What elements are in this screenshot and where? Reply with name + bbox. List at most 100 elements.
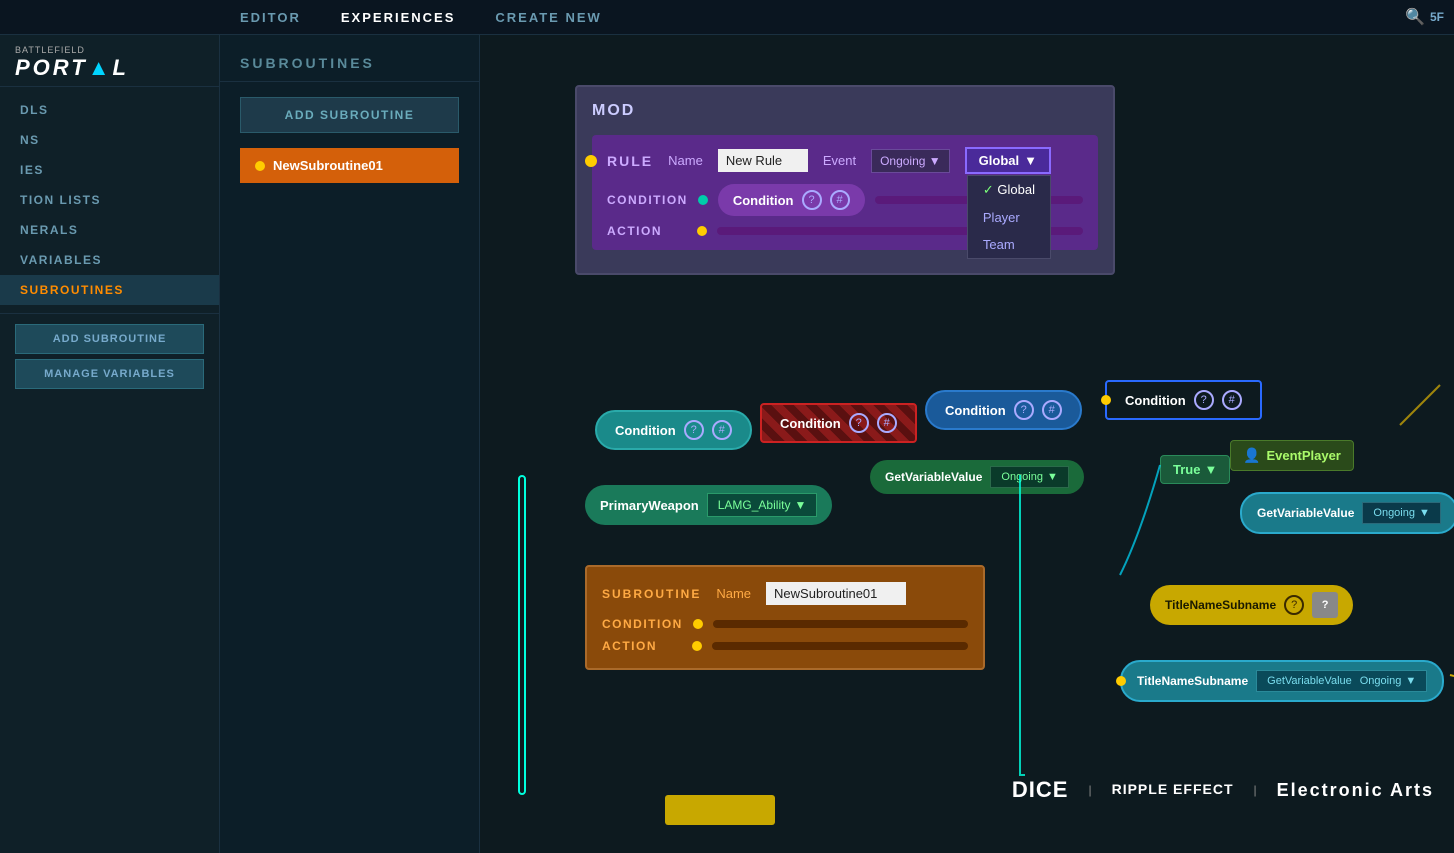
nav-dls[interactable]: DLS	[0, 95, 219, 125]
nav-create-new[interactable]: CREATE NEW	[495, 10, 601, 25]
ongoing-right-dropdown[interactable]: Ongoing ▼	[1362, 502, 1440, 524]
global-dropdown-container: Global ▼ Global Player Team	[965, 147, 1051, 174]
subroutine-cond-bar	[713, 620, 968, 628]
condition-connector	[698, 195, 708, 205]
canvas: MOD RULE Name Event Ongoing ▼ Global ▼ G…	[480, 35, 1454, 818]
nav-tion-lists[interactable]: TION LISTS	[0, 185, 219, 215]
float-cond-text-1: Condition	[615, 423, 676, 438]
top-navigation: EDITOR EXPERIENCES CREATE NEW 🔍 5F	[0, 0, 1454, 35]
event-dropdown[interactable]: Ongoing ▼	[871, 149, 950, 173]
float-condition-outline[interactable]: Condition ? #	[1105, 380, 1262, 420]
global-dropdown-btn[interactable]: Global ▼	[965, 147, 1051, 174]
search-shortcut: 5F	[1430, 10, 1444, 24]
nav-subroutines[interactable]: SUBROUTINES	[0, 275, 219, 305]
subroutine-header: SUBROUTINE Name	[602, 582, 968, 605]
subroutine-action-dot	[692, 641, 702, 651]
nav-ns[interactable]: NS	[0, 125, 219, 155]
float-cond-text-3: Condition	[945, 403, 1006, 418]
float-cond-help-2[interactable]: ?	[849, 413, 869, 433]
bottom-block-connector	[1116, 676, 1126, 686]
float-cond-text-4: Condition	[1125, 393, 1186, 408]
logo-bf: BATTLEFIELD	[15, 45, 204, 55]
primary-weapon-block[interactable]: PrimaryWeapon LAMG_Ability ▼	[585, 485, 832, 525]
add-subroutine-btn[interactable]: ADD SUBROUTINE	[240, 97, 459, 133]
panel-header: SUBROUTINES	[220, 35, 479, 82]
mod-title: MOD	[592, 102, 1098, 120]
ongoing-dropdown[interactable]: Ongoing ▼	[990, 466, 1068, 488]
get-var-bottom-block[interactable]: TitleNameSubname GetVariableValue Ongoin…	[1120, 660, 1444, 702]
yellow-bottom-block	[665, 795, 775, 825]
ea-logo: Electronic Arts	[1277, 780, 1434, 801]
subroutine-node-label: SUBROUTINE	[602, 587, 701, 601]
title-name-text-2: TitleNameSubname	[1137, 674, 1248, 688]
logo-portal: PORT▲L	[15, 55, 204, 81]
search-icon[interactable]: 🔍	[1405, 7, 1425, 27]
dropdown-item-global[interactable]: Global	[968, 176, 1050, 204]
person-icon: 👤	[1243, 447, 1260, 464]
nav-ies[interactable]: IES	[0, 155, 219, 185]
subroutine-action-label: ACTION	[602, 639, 682, 653]
ripple-logo-area: RIPPLE EFFECT	[1112, 781, 1234, 799]
float-cond-text-2: Condition	[780, 416, 841, 431]
subroutine-list-item[interactable]: NewSubroutine01	[240, 148, 459, 183]
get-var-block[interactable]: GetVariableValue Ongoing ▼	[870, 460, 1084, 494]
condition-chip-text: Condition	[733, 193, 794, 208]
subroutine-name-input[interactable]	[766, 582, 906, 605]
rule-name-input[interactable]	[718, 149, 808, 172]
subroutine-name-label: Name	[716, 586, 751, 601]
nav-editor[interactable]: EDITOR	[240, 10, 301, 25]
primary-weapon-text: PrimaryWeapon	[600, 498, 699, 513]
rule-label: RULE	[607, 153, 653, 169]
subroutine-cond-dot	[693, 619, 703, 629]
float-cond-help-3[interactable]: ?	[1014, 400, 1034, 420]
condition-chip[interactable]: Condition ? #	[718, 184, 865, 216]
sidebar-bottom: ADD SUBROUTINE MANAGE VARIABLES	[0, 324, 219, 389]
name-label: Name	[668, 153, 703, 168]
title-name-block-1[interactable]: TitleNameSubname ? ?	[1150, 585, 1353, 625]
subroutine-condition-label: CONDITION	[602, 617, 683, 631]
nav-nerals[interactable]: NERALS	[0, 215, 219, 245]
condition-connector-dot	[1101, 395, 1111, 405]
float-cond-hash-4[interactable]: #	[1222, 390, 1242, 410]
sidebar-manage-variables-btn[interactable]: MANAGE VARIABLES	[15, 359, 204, 389]
dropdown-item-player[interactable]: Player	[968, 204, 1050, 231]
rule-block: RULE Name Event Ongoing ▼ Global ▼ Globa…	[592, 135, 1098, 250]
title-name-help-icon[interactable]: ?	[1284, 595, 1304, 615]
nav-section: DLS NS IES TION LISTS NERALS VARIABLES S…	[0, 87, 219, 314]
nav-items: EDITOR EXPERIENCES CREATE NEW	[0, 10, 602, 25]
get-var-ongoing-dropdown[interactable]: GetVariableValue Ongoing ▼	[1256, 670, 1427, 692]
float-cond-hash-3[interactable]: #	[1042, 400, 1062, 420]
get-var-text: GetVariableValue	[885, 470, 982, 484]
subroutine-action-bar	[712, 642, 968, 650]
cyan-border-left	[518, 475, 526, 795]
float-cond-help-1[interactable]: ?	[684, 420, 704, 440]
nav-variables[interactable]: VARIABLES	[0, 245, 219, 275]
logo-area: BATTLEFIELD PORT▲L	[0, 35, 219, 87]
float-condition-red[interactable]: Condition ? #	[760, 403, 917, 443]
float-cond-hash-2[interactable]: #	[877, 413, 897, 433]
true-btn[interactable]: True ▼	[1160, 455, 1230, 484]
lamg-dropdown[interactable]: LAMG_Ability ▼	[707, 493, 818, 517]
condition-hash-icon[interactable]: #	[830, 190, 850, 210]
global-dropdown-menu: Global Player Team	[967, 175, 1051, 259]
title-name-edit-btn[interactable]: ?	[1312, 592, 1338, 618]
float-condition-blue[interactable]: Condition ? #	[925, 390, 1082, 430]
float-cond-hash-1[interactable]: #	[712, 420, 732, 440]
nav-experiences[interactable]: EXPERIENCES	[341, 10, 455, 25]
get-var-ongoing-right[interactable]: GetVariableValue Ongoing ▼	[1240, 492, 1454, 534]
title-name-text-1: TitleNameSubname	[1165, 598, 1276, 612]
rule-connector-dot	[585, 155, 597, 167]
logo-separator-1: |	[1088, 783, 1091, 797]
bottom-logos: DICE | RIPPLE EFFECT | Electronic Arts	[1012, 777, 1434, 803]
dropdown-item-team[interactable]: Team	[968, 231, 1050, 258]
subroutines-panel: SUBROUTINES ADD SUBROUTINE NewSubroutine…	[220, 35, 480, 853]
sidebar-add-subroutine-btn[interactable]: ADD SUBROUTINE	[15, 324, 204, 354]
float-cond-help-4[interactable]: ?	[1194, 390, 1214, 410]
condition-help-icon[interactable]: ?	[802, 190, 822, 210]
dice-logo: DICE	[1012, 777, 1069, 803]
event-label: Event	[823, 153, 856, 168]
subroutine-item-label: NewSubroutine01	[273, 158, 383, 173]
event-player-btn[interactable]: 👤 EventPlayer	[1230, 440, 1354, 471]
subroutine-node: SUBROUTINE Name CONDITION ACTION	[585, 565, 985, 670]
float-condition-teal[interactable]: Condition ? #	[595, 410, 752, 450]
